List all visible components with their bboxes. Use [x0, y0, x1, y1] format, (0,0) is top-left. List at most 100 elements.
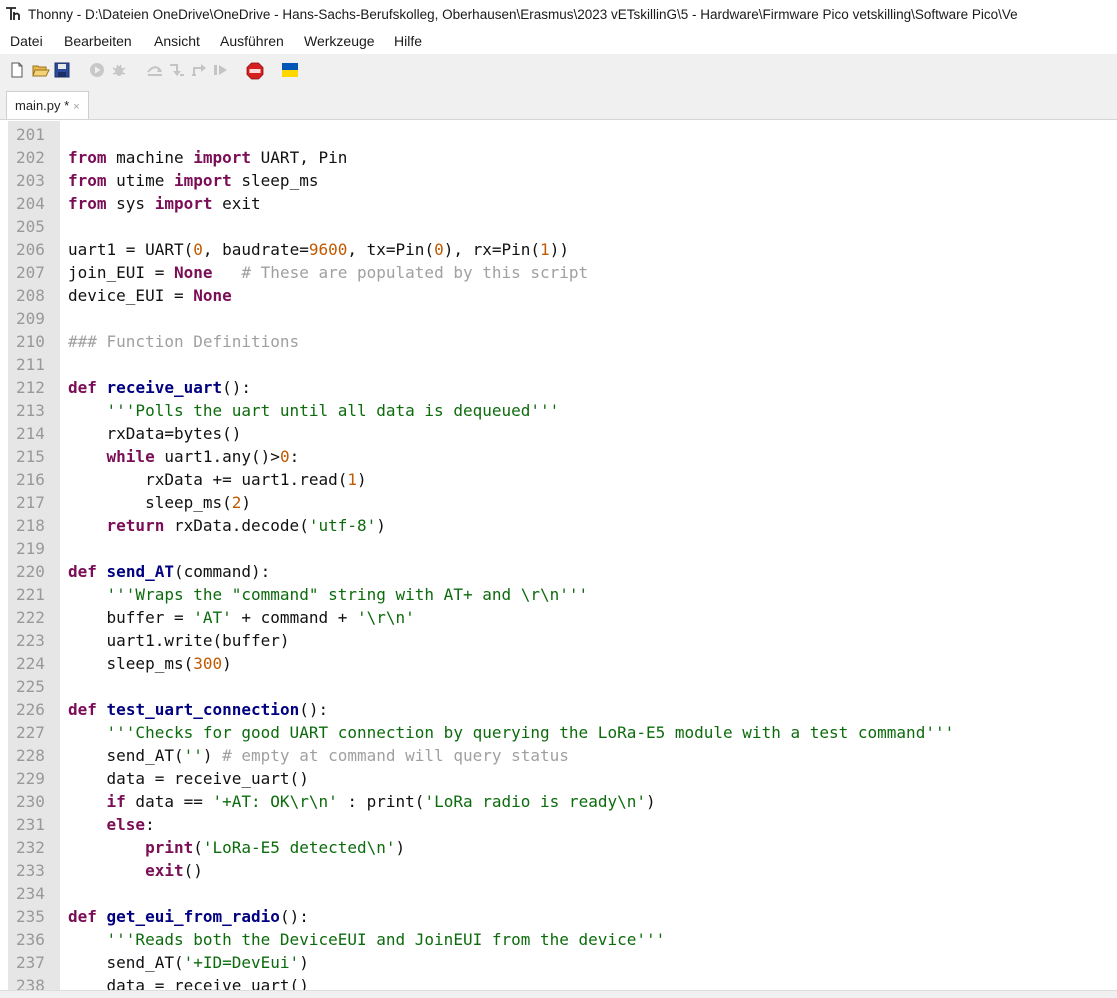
- code-token: exit: [212, 194, 261, 213]
- code-token: UART, Pin: [251, 148, 348, 167]
- new-file-icon[interactable]: [10, 62, 28, 80]
- code-token: machine: [106, 148, 194, 167]
- line-number: 206: [16, 240, 45, 259]
- menu-hilfe[interactable]: Hilfe: [393, 33, 423, 49]
- code-token: ), rx=Pin(: [443, 240, 541, 259]
- tab-main-py[interactable]: main.py * ×: [6, 91, 89, 119]
- code-token: 'LoRa radio is ready\n': [424, 792, 646, 811]
- line-number: 207: [16, 263, 45, 282]
- code-line: def receive_uart():: [68, 376, 251, 399]
- code-token: utime: [106, 171, 174, 190]
- stop-icon[interactable]: [246, 62, 264, 80]
- code-token: (): [183, 861, 203, 880]
- code-token: send_AT(: [68, 746, 184, 765]
- line-number: 213: [16, 401, 45, 420]
- code-token: None: [193, 286, 232, 305]
- line-number: 211: [16, 355, 45, 374]
- menu-ansicht[interactable]: Ansicht: [153, 33, 201, 49]
- code-token: + command +: [231, 608, 357, 627]
- code-token: receive_uart: [106, 378, 223, 397]
- code-token: # These are populated by this script: [241, 263, 589, 282]
- code-line: from sys import exit: [68, 192, 261, 215]
- code-token: buffer =: [68, 608, 194, 627]
- line-number: 223: [16, 631, 45, 650]
- code-line: rxData=bytes(): [68, 422, 242, 445]
- code-token: data = receive_uart(): [68, 769, 309, 788]
- step-out-icon[interactable]: [190, 62, 208, 80]
- code-line: uart1 = UART(0, baudrate=9600, tx=Pin(0)…: [68, 238, 569, 261]
- open-file-icon[interactable]: [32, 62, 50, 80]
- code-token: import: [173, 171, 232, 190]
- run-icon[interactable]: [89, 62, 107, 80]
- code-token: ():: [299, 700, 329, 719]
- line-number: 201: [16, 125, 45, 144]
- code-line: exit(): [68, 859, 203, 882]
- line-number: 208: [16, 286, 45, 305]
- code-token: (: [193, 838, 203, 857]
- code-editor[interactable]: 201 202 203 204 205 206 207 208 209 210 211 212 213 2…: [8, 121, 1117, 990]
- code-token: test_uart_connection: [106, 700, 300, 719]
- code-token: (command):: [173, 562, 271, 581]
- code-line: data = receive_uart(): [68, 767, 309, 790]
- menu-ausfuehren[interactable]: Ausführen: [219, 33, 285, 49]
- code-token: uart1 = UART(: [68, 240, 194, 259]
- line-number: 224: [16, 654, 45, 673]
- line-number: 212: [16, 378, 45, 397]
- line-number: 209: [16, 309, 45, 328]
- tab-close-icon[interactable]: ×: [73, 101, 79, 113]
- toolbar: [0, 54, 1117, 88]
- line-number: 226: [16, 700, 45, 719]
- menu-werkzeuge[interactable]: Werkzeuge: [303, 33, 376, 49]
- code-line: '''Reads both the DeviceEUI and JoinEUI …: [68, 928, 666, 951]
- code-line: '''Polls the uart until all data is dequ…: [68, 399, 560, 422]
- step-over-icon[interactable]: [146, 62, 164, 80]
- code-token: ): [646, 792, 656, 811]
- line-number: 219: [16, 539, 45, 558]
- line-number: 221: [16, 585, 45, 604]
- code-text-area[interactable]: from machine import UART, Pin from utime …: [68, 121, 1117, 990]
- line-number: 216: [16, 470, 45, 489]
- line-number: 227: [16, 723, 45, 742]
- code-token: def: [68, 562, 97, 581]
- code-token: '\r\n': [357, 608, 415, 627]
- debug-icon[interactable]: [111, 62, 129, 80]
- line-number: 233: [16, 861, 45, 880]
- code-token: send_AT: [106, 562, 174, 581]
- code-line: else:: [68, 813, 155, 836]
- menu-bearbeiten[interactable]: Bearbeiten: [63, 33, 133, 49]
- code-token: from: [68, 148, 107, 167]
- code-token: uart1.any()>: [154, 447, 280, 466]
- code-token: 2: [231, 493, 242, 512]
- editor-tab-strip: main.py * ×: [0, 88, 1117, 120]
- code-line: return rxData.decode('utf-8'): [68, 514, 386, 537]
- thonny-logo-icon: [5, 6, 23, 22]
- code-token: '': [183, 746, 203, 765]
- menu-bar: Datei Bearbeiten Ansicht Ausführen Werkz…: [0, 30, 1117, 54]
- line-number: 202: [16, 148, 45, 167]
- line-number: 231: [16, 815, 45, 834]
- code-token: 1: [540, 240, 550, 259]
- code-token: sys: [106, 194, 155, 213]
- code-token: : print(: [337, 792, 425, 811]
- line-number: 236: [16, 930, 45, 949]
- resume-icon[interactable]: [212, 62, 230, 80]
- tab-label: main.py *: [15, 98, 70, 113]
- code-line: rxData += uart1.read(1): [68, 468, 367, 491]
- code-token: 9600: [308, 240, 348, 259]
- window-app-name: Thonny: [28, 7, 74, 22]
- code-line: from machine import UART, Pin: [68, 146, 347, 169]
- step-into-icon[interactable]: [168, 62, 186, 80]
- menu-datei[interactable]: Datei: [9, 33, 44, 49]
- ukraine-flag-icon[interactable]: [282, 62, 300, 80]
- code-token: rxData += uart1.read(: [68, 470, 348, 489]
- code-token: ): [395, 838, 406, 857]
- save-icon[interactable]: [54, 62, 72, 80]
